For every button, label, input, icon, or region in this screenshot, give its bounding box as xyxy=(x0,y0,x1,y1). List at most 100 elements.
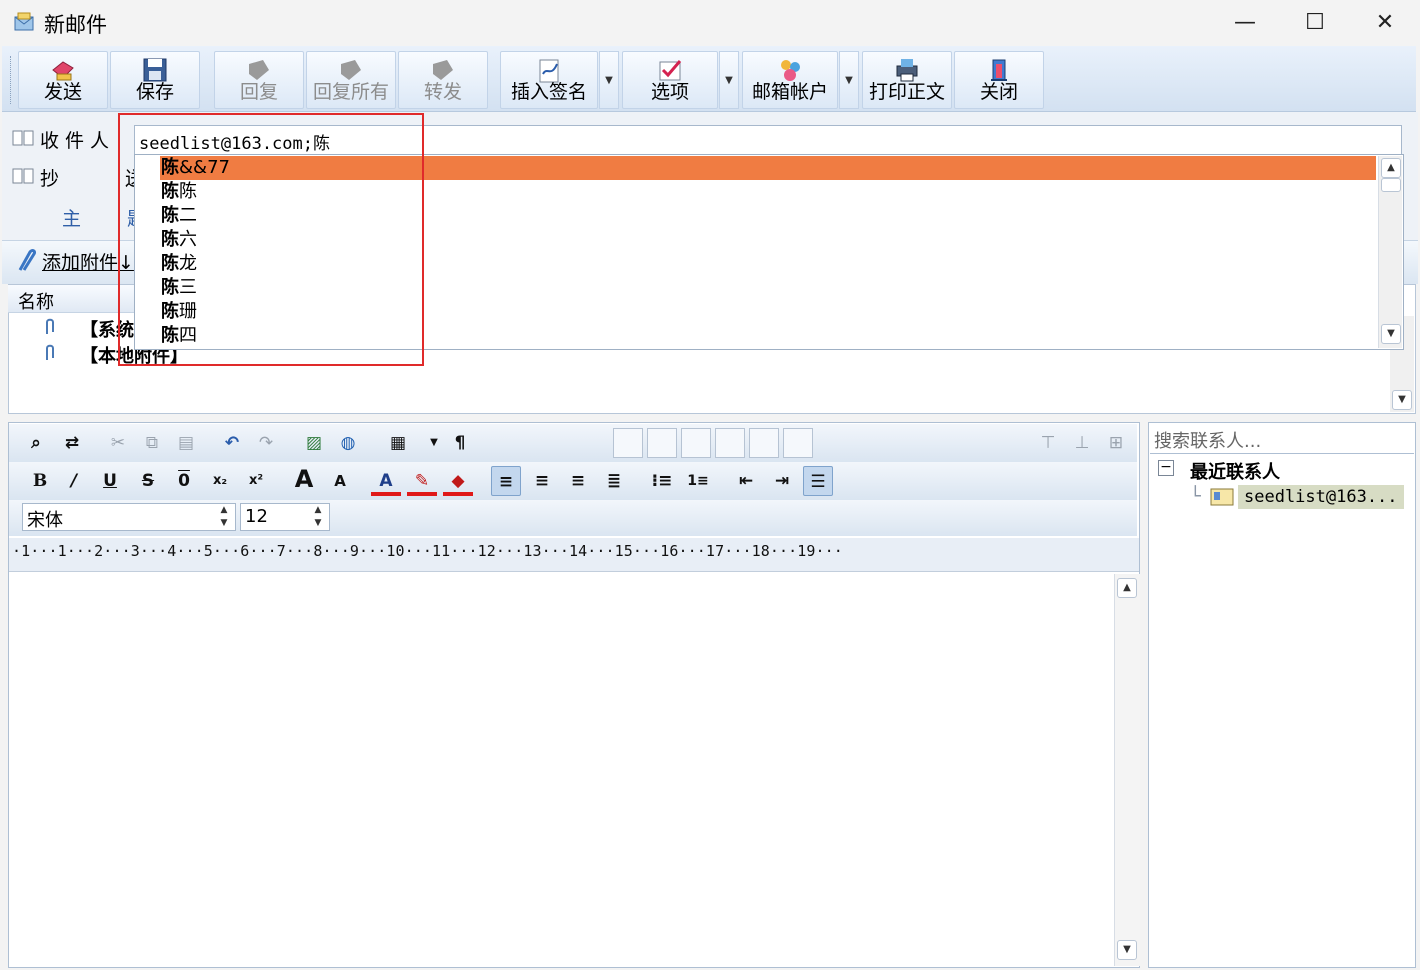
main-toolbar: 发送 保存 回复 回复所有 转发 插入签名 ▼ 选项 ▼ 邮箱帐户 ▼ 打印正文… xyxy=(2,46,1416,112)
options-dropdown[interactable]: ▼ xyxy=(719,51,739,109)
scroll-down-icon[interactable]: ▼ xyxy=(1117,940,1137,960)
save-label: 保存 xyxy=(135,81,174,103)
border-icon[interactable] xyxy=(715,428,745,458)
collapse-icon[interactable]: − xyxy=(1158,460,1174,476)
insert-signature-button[interactable]: 插入签名 xyxy=(500,51,598,109)
numbered-list-icon[interactable]: 1≡ xyxy=(683,466,713,496)
insert-row-icon[interactable]: ⊤ xyxy=(1033,428,1063,458)
highlight-icon[interactable]: ✎ xyxy=(407,466,437,496)
forward-label: 转发 xyxy=(423,81,462,103)
redo-icon[interactable]: ↷ xyxy=(251,428,281,458)
message-body-editor[interactable] xyxy=(9,574,1113,966)
border-icon[interactable] xyxy=(783,428,813,458)
mail-account-button[interactable]: 邮箱帐户 xyxy=(742,51,838,109)
attachment-clip-icon xyxy=(46,344,54,360)
overline-icon[interactable]: 0 xyxy=(169,466,199,496)
address-book-icon[interactable] xyxy=(12,130,34,146)
print-body-button[interactable]: 打印正文 xyxy=(862,51,952,109)
bold-icon[interactable]: B xyxy=(25,466,55,496)
close-compose-label: 关闭 xyxy=(979,81,1018,103)
scroll-up-icon[interactable]: ▲ xyxy=(1117,578,1137,598)
close-window-button[interactable]: ✕ xyxy=(1370,8,1400,38)
insert-link-icon[interactable]: ◍ xyxy=(333,428,363,458)
save-button[interactable]: 保存 xyxy=(110,51,200,109)
maximize-button[interactable]: ☐ xyxy=(1300,8,1330,38)
paperclip-icon xyxy=(18,249,36,271)
undo-icon[interactable]: ↶ xyxy=(217,428,247,458)
align-right-icon[interactable]: ≡ xyxy=(563,466,593,496)
insert-image-icon[interactable]: ▨ xyxy=(299,428,329,458)
border-icon[interactable] xyxy=(749,428,779,458)
merge-cells-icon[interactable]: ⊞ xyxy=(1101,428,1131,458)
replace-icon[interactable]: ⇄ xyxy=(57,428,87,458)
editor-scrollbar[interactable]: ▲ ▼ xyxy=(1114,574,1140,966)
forward-button[interactable]: 转发 xyxy=(398,51,488,109)
insert-signature-label: 插入签名 xyxy=(510,81,587,103)
copy-icon[interactable]: ⧉ xyxy=(137,428,167,458)
border-icon[interactable] xyxy=(681,428,711,458)
indent-icon[interactable]: ⇥ xyxy=(767,466,797,496)
close-compose-button[interactable]: 关闭 xyxy=(954,51,1044,109)
send-button[interactable]: 发送 xyxy=(18,51,108,109)
scroll-up-icon[interactable]: ▲ xyxy=(1381,158,1401,178)
window-title: 新邮件 xyxy=(44,13,107,37)
contact-card-icon xyxy=(1210,488,1234,506)
editor-toolbar-1: ⌕ ⇄ ✂ ⧉ ▤ ↶ ↷ ▨ ◍ ▦ ▼ ¶ ⊤ ⊥ ⊞ xyxy=(9,424,1137,462)
font-color-icon[interactable]: A xyxy=(371,466,401,496)
strikethrough-icon[interactable]: S xyxy=(133,466,163,496)
font-family-select[interactable]: 宋体 xyxy=(22,503,236,531)
italic-icon[interactable]: / xyxy=(59,466,89,496)
recent-contacts-group[interactable]: 最近联系人 xyxy=(1190,458,1280,484)
outdent-icon[interactable]: ⇤ xyxy=(731,466,761,496)
size-spin-icon[interactable]: ▲ ▼ xyxy=(308,504,328,530)
grow-font-icon[interactable]: A xyxy=(289,464,319,494)
minimize-button[interactable]: — xyxy=(1230,8,1260,38)
subscript-icon[interactable]: x₂ xyxy=(205,466,235,496)
to-label[interactable]: 收件人 xyxy=(40,126,115,153)
paragraph-mark-icon[interactable]: ¶ xyxy=(445,428,475,458)
shrink-font-icon[interactable]: A xyxy=(325,466,355,496)
contact-search-input[interactable]: 搜索联系人... xyxy=(1150,424,1414,454)
mail-app-icon xyxy=(14,12,34,31)
options-button[interactable]: 选项 xyxy=(622,51,718,109)
cut-icon[interactable]: ✂ xyxy=(103,428,133,458)
suggestion-scrollbar[interactable]: ▲ ▼ xyxy=(1378,156,1402,348)
reply-label: 回复 xyxy=(239,81,278,103)
column-name-header[interactable]: 名称 xyxy=(18,288,54,314)
justify-icon[interactable]: ≣ xyxy=(599,466,629,496)
find-icon[interactable]: ⌕ xyxy=(21,428,51,458)
insert-column-icon[interactable]: ⊥ xyxy=(1067,428,1097,458)
tree-connector: └ xyxy=(1190,486,1201,507)
bullet-list-icon[interactable]: ⁝≡ xyxy=(647,466,677,496)
scroll-down-icon[interactable]: ▼ xyxy=(1392,390,1412,410)
send-label: 发送 xyxy=(43,81,82,103)
scroll-thumb[interactable] xyxy=(1381,178,1401,192)
fill-color-icon[interactable]: ◆ xyxy=(443,466,473,496)
editor-toolbar-2: B / U S 0 x₂ x² A A A ✎ ◆ ≡ ≡ ≡ ≣ ⁝≡ 1≡ … xyxy=(9,462,1137,500)
font-spin-icon[interactable]: ▲ ▼ xyxy=(214,504,234,530)
toolbar-grip[interactable] xyxy=(10,56,13,104)
insert-table-icon[interactable]: ▦ xyxy=(383,428,413,458)
border-icon[interactable] xyxy=(613,428,643,458)
align-left-icon[interactable]: ≡ xyxy=(491,466,521,496)
reply-button[interactable]: 回复 xyxy=(214,51,304,109)
paragraph-format-icon[interactable]: ☰ xyxy=(803,466,833,496)
paste-icon[interactable]: ▤ xyxy=(171,428,201,458)
title-bar: 新邮件 — ☐ ✕ xyxy=(0,0,1420,46)
print-body-label: 打印正文 xyxy=(868,81,945,103)
underline-icon[interactable]: U xyxy=(95,466,125,496)
attachment-clip-icon xyxy=(46,318,54,334)
contact-item[interactable]: seedlist@163... xyxy=(1238,485,1404,509)
scroll-down-icon[interactable]: ▼ xyxy=(1381,324,1401,344)
align-center-icon[interactable]: ≡ xyxy=(527,466,557,496)
mail-account-label: 邮箱帐户 xyxy=(751,81,828,103)
cc-address-book-icon[interactable] xyxy=(12,168,34,184)
reply-all-button[interactable]: 回复所有 xyxy=(306,51,396,109)
superscript-icon[interactable]: x² xyxy=(241,466,271,496)
reply-all-label: 回复所有 xyxy=(312,81,389,103)
border-icon[interactable] xyxy=(647,428,677,458)
options-label: 选项 xyxy=(650,81,689,103)
insert-signature-dropdown[interactable]: ▼ xyxy=(599,51,619,109)
ruler-scale: ·1···1···2···3···4···5···6···7···8···9··… xyxy=(12,542,843,560)
mail-account-dropdown[interactable]: ▼ xyxy=(839,51,859,109)
